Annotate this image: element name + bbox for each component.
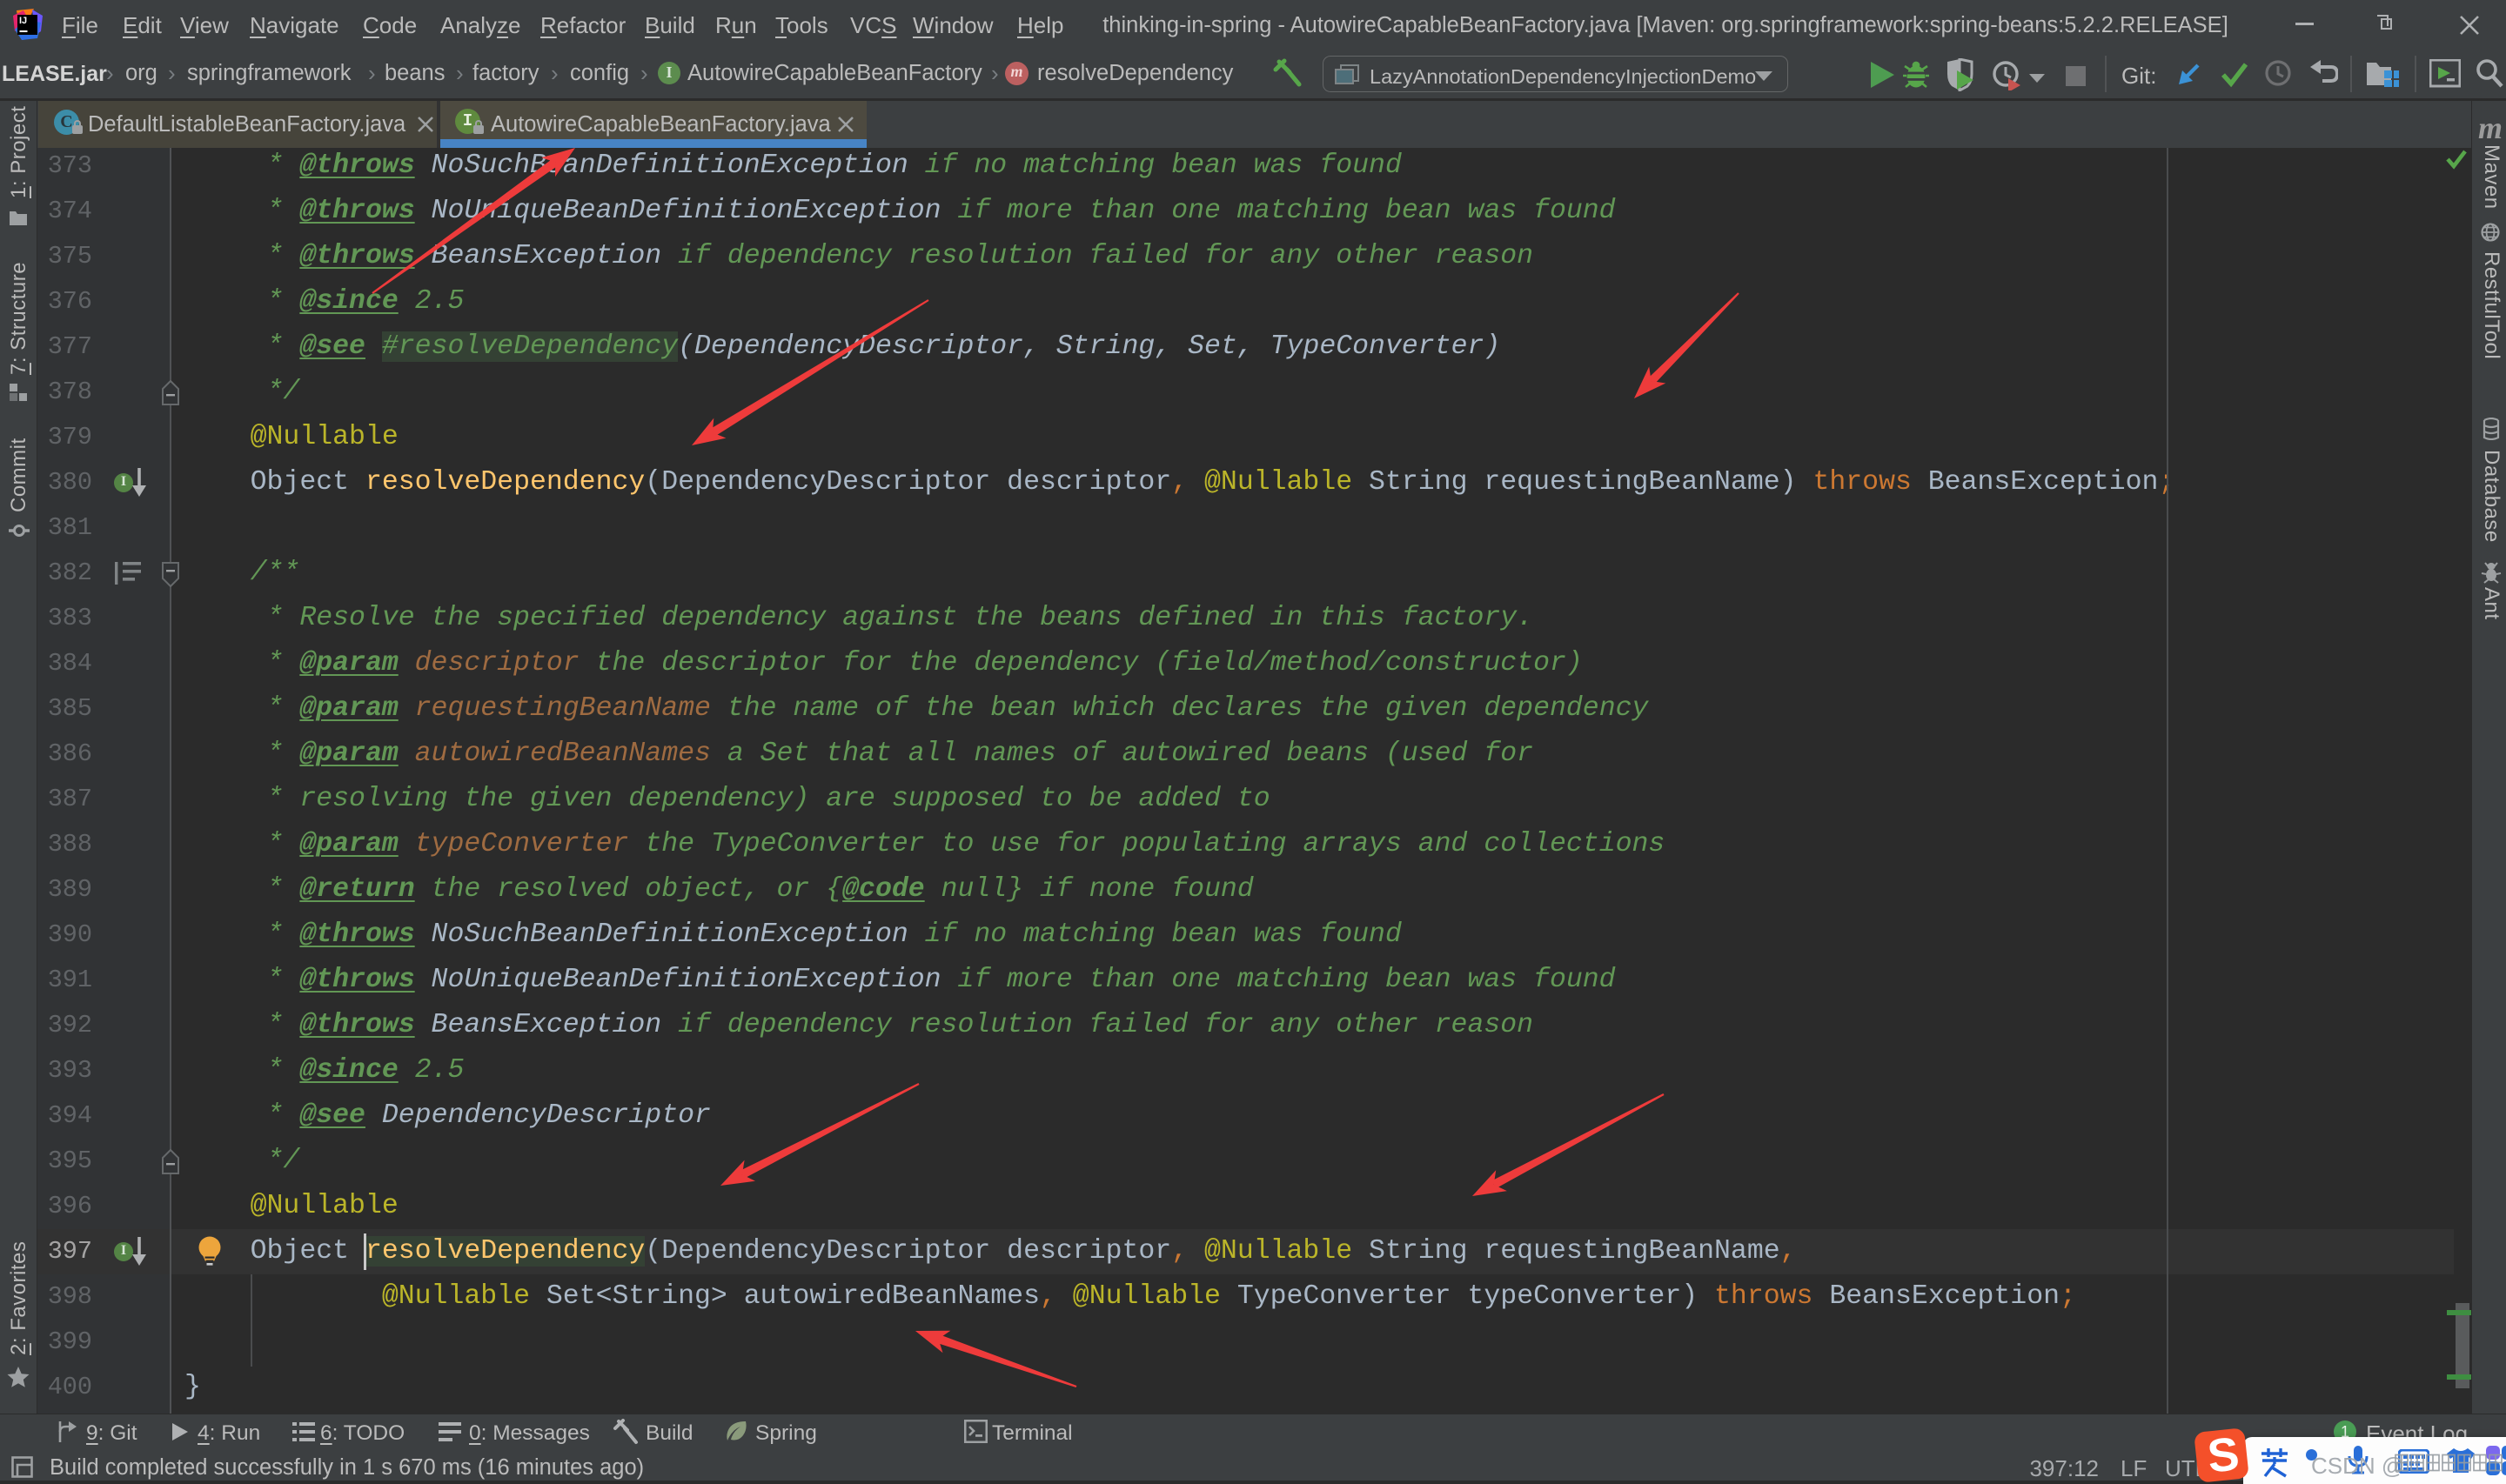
svg-text:IJ: IJ <box>19 16 27 26</box>
